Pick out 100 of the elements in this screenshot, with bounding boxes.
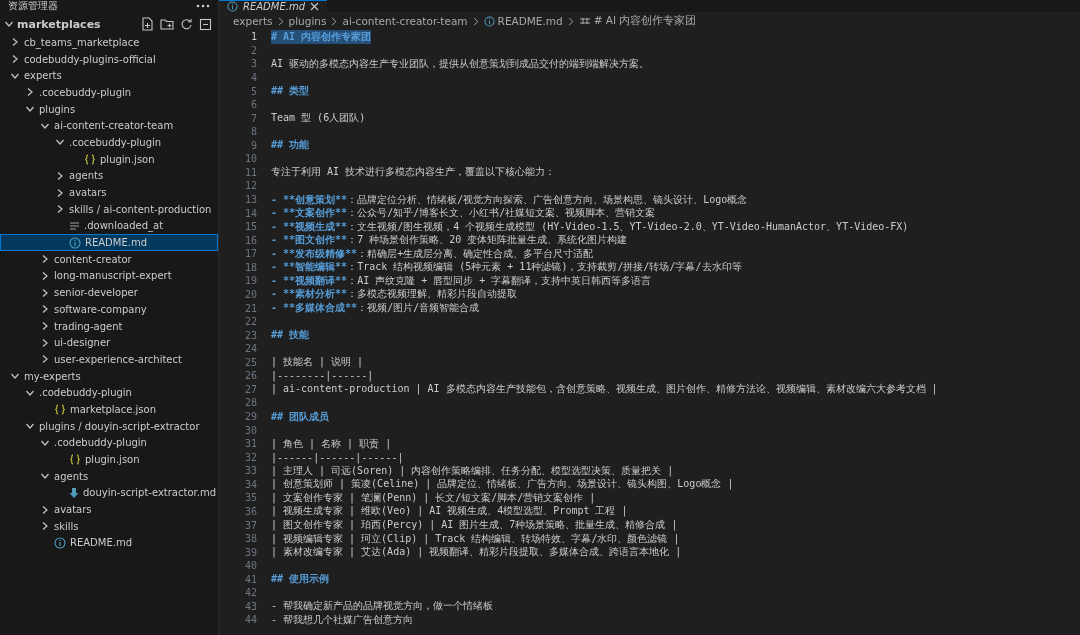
braces-icon	[54, 403, 66, 415]
line-number: 35	[243, 492, 258, 504]
line-number: 42	[243, 587, 258, 599]
tree-item[interactable]: marketplace.json	[0, 401, 218, 418]
new-folder-icon[interactable]	[160, 17, 174, 31]
tree-item[interactable]: avatars	[0, 501, 218, 518]
code-line: ## 类型	[271, 84, 310, 99]
braces-icon	[69, 454, 81, 466]
code-line: ## 团队成员	[271, 409, 330, 424]
tree-item[interactable]: ai-content-creator-team	[0, 117, 218, 135]
code-line: - **多媒体合成**：视频/图片/音频智能合成	[271, 301, 480, 316]
editor-tab[interactable]: README.md	[219, 0, 328, 12]
breadcrumb-item[interactable]: README.md	[483, 15, 563, 27]
code-line: ## 功能	[271, 138, 310, 153]
tree-item[interactable]: README.md	[0, 234, 218, 251]
line-number: 1	[249, 31, 258, 43]
tree-item[interactable]: skills / ai-content-production	[0, 200, 218, 218]
info-icon	[69, 236, 81, 249]
tree-item[interactable]: content-creator	[0, 250, 218, 268]
line-number: 11	[243, 166, 258, 178]
lines-icon	[69, 220, 80, 231]
chevron-icon	[330, 16, 339, 26]
breadcrumb-item[interactable]: plugins	[288, 15, 327, 27]
tree-item[interactable]: ui-designer	[0, 334, 218, 352]
tree-item[interactable]: .cocebuddy-plugin	[0, 84, 218, 101]
info-icon	[483, 15, 495, 27]
refresh-icon[interactable]	[180, 17, 193, 31]
line-number: 12	[243, 180, 258, 192]
code-line: | 创意策划师 | 策凌(Celine) | 品牌定位、情绪板、广告方向、场景设计、镜头构图、Logo概念 |	[271, 477, 734, 492]
line-number: 29	[243, 411, 258, 423]
tree-item[interactable]: cb_teams_marketplace	[0, 34, 218, 51]
line-number: 33	[243, 465, 258, 477]
symbol-icon	[578, 17, 591, 25]
tree-item[interactable]: plugins / douyin-script-extractor	[0, 417, 218, 435]
tree-item[interactable]: agents	[0, 467, 218, 485]
tree-item[interactable]: plugin.json	[0, 150, 218, 168]
tree-item[interactable]: .codebuddy-plugin	[0, 434, 218, 452]
code-line: ## 技能	[271, 328, 310, 343]
collapse-all-icon[interactable]	[199, 17, 212, 31]
code-line: | 图文创作专家 | 珀西(Percy) | AI 图片生成、7种场景策略、批量生成、精修合成 |	[271, 518, 678, 533]
code-line: - 帮我想几个社媒广告创意方向	[271, 612, 414, 627]
chevron-icon[interactable]	[4, 19, 14, 29]
line-number: 31	[243, 438, 258, 450]
tree-item[interactable]: software-company	[0, 301, 218, 318]
tree-item[interactable]: user-experience-architect	[0, 351, 218, 368]
line-number: 23	[243, 329, 258, 341]
line-number: 10	[243, 153, 258, 165]
close-icon[interactable]	[310, 2, 320, 11]
line-number: 7	[249, 112, 258, 124]
more-icon[interactable]	[196, 4, 210, 8]
line-number: 32	[243, 451, 258, 463]
line-number: 21	[243, 302, 258, 314]
tree-item[interactable]: experts	[0, 67, 218, 85]
tree-item[interactable]: long-manuscript-expert	[0, 267, 218, 285]
line-number: 5	[249, 85, 258, 97]
tree-item[interactable]: avatars	[0, 184, 218, 201]
section-title[interactable]: marketplaces	[17, 17, 138, 31]
new-file-icon[interactable]	[141, 17, 154, 31]
tree-item[interactable]: skills	[0, 517, 218, 535]
breadcrumb-item[interactable]: # AI 内容创作专家团	[578, 14, 697, 28]
code-line: | 文案创作专家 | 笔澜(Penn) | 长文/短文案/脚本/营销文案创作 |	[271, 490, 596, 505]
line-number: 6	[249, 99, 258, 111]
code-line: | 视频生成专家 | 维欧(Veo) | AI 视频生成、4模型选型、Prompt 工程 |	[271, 504, 628, 519]
line-number: 22	[243, 316, 258, 328]
tree-item[interactable]: trading-agent	[0, 317, 218, 335]
code-line: - **视频生成**：文生视频/图生视频，4 个视频生成模型 (HY-Video-1.5、YT-Video-2.0、YT-Video-HumanActor、YT-Video-FX)	[271, 219, 909, 234]
tree-item[interactable]: douyin-script-extractor.md	[0, 484, 218, 502]
line-number: 26	[243, 370, 258, 382]
tree-item[interactable]: codebuddy-plugins-official	[0, 50, 218, 68]
breadcrumb-item[interactable]: experts	[233, 15, 273, 27]
line-number: 44	[243, 614, 258, 626]
tree-item[interactable]: README.md	[0, 534, 218, 552]
code-line: - **视频翻译**：AI 声纹克隆 + 唇型同步 + 字幕翻译，支持中英日韩西等多语言	[271, 273, 652, 288]
line-number: 8	[249, 126, 258, 138]
tree-item[interactable]: .codebuddy-plugin	[0, 384, 218, 402]
code-line: |--------|------|	[271, 370, 374, 382]
code-line: | ai-content-production | AI 多模态内容生产技能包，含创意策略、视频生成、图片创作、精修方法论、视频编辑、素材改编六大参考文档 |	[271, 382, 938, 397]
code-line: | 素材改编专家 | 艾达(Ada) | 视频翻译、精彩片段提取、多媒体合成、跨语言本地化 |	[271, 545, 682, 560]
tree-item[interactable]: agents	[0, 167, 218, 185]
breadcrumb-item[interactable]: ai-content-creator-team	[342, 15, 468, 27]
code-line: | 技能名 | 说明 |	[271, 355, 364, 370]
line-number: 3	[249, 58, 258, 70]
code-line: - **图文创作**：7 种场景创作策略、20 变体矩阵批量生成、系统化图片构建	[271, 233, 628, 248]
code-line: | 角色 | 名称 | 职责 |	[271, 436, 392, 451]
code-line: | 视频编辑专家 | 珂立(Clip) | Track 结构编辑、转场特效、字幕/水印、颜色滤镜 |	[271, 531, 680, 546]
tree-item[interactable]: .cocebuddy-plugin	[0, 134, 218, 151]
line-number: 39	[243, 546, 258, 558]
tree-item[interactable]: .downloaded_at	[0, 217, 218, 235]
tree-item[interactable]: plugins	[0, 100, 218, 118]
tree-item[interactable]: my-experts	[0, 367, 218, 385]
info-icon	[54, 536, 66, 549]
line-number: 19	[243, 275, 258, 287]
tree-item[interactable]: senior-developer	[0, 284, 218, 301]
line-number: 41	[243, 573, 258, 585]
line-number: 17	[243, 248, 258, 260]
code-line: - **素材分析**：多模态视频理解、精彩片段自动提取	[271, 287, 518, 302]
line-number: 27	[243, 383, 258, 395]
line-number: 24	[243, 343, 258, 355]
tree-item[interactable]: plugin.json	[0, 451, 218, 468]
code-line: | 主理人 | 司远(Soren) | 内容创作策略编排、任务分配、模型选型决策、质量把关 |	[271, 464, 674, 478]
